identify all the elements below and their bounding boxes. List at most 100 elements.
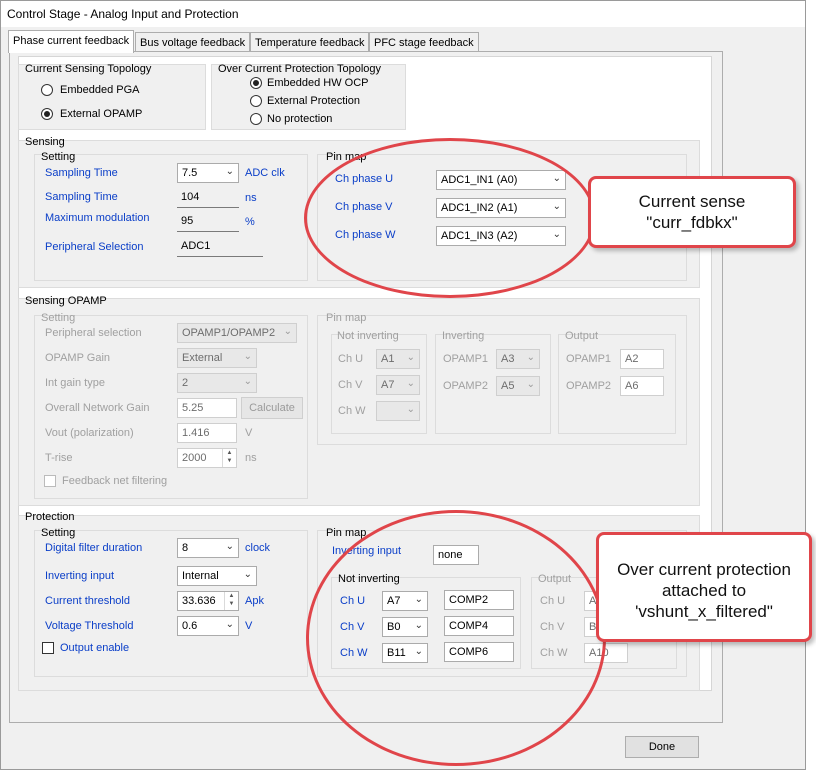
- ni-ch-v-select[interactable]: A7 ⌄: [376, 375, 420, 395]
- unit-label: Apk: [245, 595, 264, 607]
- opamp2-label: OPAMP2: [566, 380, 612, 392]
- annotation-oval-protection: [306, 510, 606, 766]
- group-title: Inverting: [442, 330, 485, 342]
- peripheral-selection-field: ADC1: [177, 237, 263, 257]
- int-gain-type-select[interactable]: 2 ⌄: [177, 373, 257, 393]
- window-title: Control Stage - Analog Input and Protect…: [7, 7, 239, 21]
- group-title: Pin map: [326, 527, 367, 539]
- chevron-down-icon: ⌄: [225, 541, 234, 552]
- group-title: Protection: [25, 511, 75, 523]
- digital-filter-label: Digital filter duration: [45, 542, 143, 554]
- tab-temperature-feedback[interactable]: Temperature feedback: [250, 32, 370, 53]
- unit-label: ns: [245, 452, 257, 464]
- sampling-time-select[interactable]: 7.5 ⌄: [177, 163, 239, 183]
- spin-arrows-icon[interactable]: ▲ ▼: [222, 449, 236, 467]
- group-title: Output: [565, 330, 599, 342]
- group-title: Setting: [41, 151, 76, 163]
- annotation-callout-current-sense: Current sense "curr_fdbkx": [588, 176, 796, 248]
- unit-label: V: [245, 427, 253, 439]
- group-title: Setting: [41, 312, 76, 324]
- sampling-time-ns-label: Sampling Time: [45, 191, 118, 203]
- annotation-callout-overcurrent: Over current protection attached to 'vsh…: [596, 532, 812, 642]
- peripheral-selection-label: Peripheral Selection: [45, 241, 144, 253]
- unit-label: %: [245, 216, 255, 228]
- chevron-down-icon: ⌄: [243, 569, 252, 580]
- output-enable-checkbox[interactable]: [42, 642, 54, 654]
- out-opamp2-field[interactable]: A6: [620, 376, 664, 396]
- max-modulation-label: Maximum modulation: [45, 212, 150, 224]
- voltage-threshold-label: Voltage Threshold: [45, 620, 134, 632]
- opamp1-label: OPAMP1: [566, 353, 612, 365]
- group-title: Sensing OPAMP: [25, 295, 107, 307]
- network-gain-field[interactable]: 5.25: [177, 398, 237, 418]
- network-gain-label: Overall Network Gain: [45, 402, 150, 414]
- radio-embedded-hw-ocp[interactable]: [250, 77, 262, 89]
- calculate-button[interactable]: Calculate: [241, 397, 303, 419]
- radio-external-protection[interactable]: [250, 95, 262, 107]
- radio-label: External OPAMP: [60, 108, 143, 120]
- callout-line: Over current protection: [617, 560, 791, 579]
- group-title: Current Sensing Topology: [25, 63, 152, 75]
- ni-ch-u-select[interactable]: A1 ⌄: [376, 349, 420, 369]
- feedback-filtering-checkbox[interactable]: [44, 475, 56, 487]
- title-bar: Control Stage - Analog Input and Protect…: [1, 1, 805, 27]
- max-modulation-field: 95: [177, 212, 239, 232]
- opamp-gain-select[interactable]: External ⌄: [177, 348, 257, 368]
- callout-line: attached to: [661, 581, 747, 600]
- chevron-down-icon: ⌄: [406, 378, 415, 389]
- current-threshold-label: Current threshold: [45, 595, 130, 607]
- chevron-down-icon: ⌄: [526, 379, 535, 390]
- current-sensing-topology-group: Current Sensing Topology Embedded PGA Ex…: [18, 63, 206, 130]
- opamp-peripheral-select[interactable]: OPAMP1/OPAMP2 ⌄: [177, 323, 297, 343]
- callout-line: "curr_fdbkx": [646, 213, 738, 232]
- unit-label: clock: [245, 542, 271, 554]
- tab-bus-voltage-feedback[interactable]: Bus voltage feedback: [135, 32, 251, 53]
- tab-phase-current-feedback[interactable]: Phase current feedback: [8, 30, 135, 53]
- ni-ch-w-select[interactable]: ⌄: [376, 401, 420, 421]
- unit-label: ns: [245, 192, 257, 204]
- out-opamp1-field[interactable]: A2: [620, 349, 664, 369]
- chevron-down-icon: ⌄: [526, 352, 535, 363]
- ch-v-label: Ch V: [338, 379, 363, 391]
- sensing-setting-group: Setting Sampling Time 7.5 ⌄ ADC clk Sampl…: [34, 151, 308, 281]
- ch-u-label: Ch U: [338, 353, 364, 365]
- opamp-output-group: Output OPAMP1 A2 OPAMP2 A6: [558, 330, 676, 434]
- inv-opamp1-select[interactable]: A3 ⌄: [496, 349, 540, 369]
- chevron-down-icon: ⌄: [243, 376, 252, 387]
- chevron-down-icon: ⌄: [225, 619, 234, 630]
- voltage-threshold-select[interactable]: 0.6 ⌄: [177, 616, 239, 636]
- opamp-setting-group: Setting Peripheral selection OPAMP1/OPAM…: [34, 312, 308, 499]
- vout-field[interactable]: 1.416: [177, 423, 237, 443]
- radio-external-opamp[interactable]: [41, 108, 53, 120]
- radio-embedded-pga[interactable]: [41, 84, 53, 96]
- inverting-input-select[interactable]: Internal ⌄: [177, 566, 257, 586]
- group-title: Setting: [41, 527, 76, 539]
- inverting-input-label: Inverting input: [45, 570, 115, 582]
- checkbox-label: Feedback net filtering: [62, 475, 168, 487]
- inv-opamp2-select[interactable]: A5 ⌄: [496, 376, 540, 396]
- radio-label: External Protection: [267, 95, 360, 107]
- vout-label: Vout (polarization): [45, 427, 134, 439]
- group-title: Sensing: [25, 136, 65, 148]
- trise-label: T-rise: [45, 452, 73, 464]
- opamp2-label: OPAMP2: [443, 380, 489, 392]
- digital-filter-select[interactable]: 8 ⌄: [177, 538, 239, 558]
- current-threshold-stepper[interactable]: 33.636 ▲ ▼: [177, 591, 239, 611]
- done-button[interactable]: Done: [625, 736, 699, 758]
- unit-label: ADC clk: [245, 167, 285, 179]
- trise-stepper[interactable]: 2000 ▲ ▼: [177, 448, 237, 468]
- chevron-down-icon: ⌄: [406, 352, 415, 363]
- chevron-down-icon: ⌄: [283, 326, 292, 337]
- tab-pfc-stage-feedback[interactable]: PFC stage feedback: [369, 32, 479, 53]
- group-title: Pin map: [326, 312, 367, 324]
- group-title: Not inverting: [337, 330, 399, 342]
- spin-arrows-icon[interactable]: ▲ ▼: [224, 592, 238, 610]
- checkbox-label: Output enable: [60, 642, 130, 654]
- radio-label: Embedded HW OCP: [267, 77, 369, 89]
- opamp1-label: OPAMP1: [443, 353, 489, 365]
- opamp-not-inverting-group: Not inverting Ch U A1 ⌄ Ch V A7 ⌄ Ch W ⌄: [331, 330, 427, 434]
- radio-no-protection[interactable]: [250, 113, 262, 125]
- callout-line: Current sense: [638, 192, 746, 211]
- opamp-inverting-group: Inverting OPAMP1 A3 ⌄ OPAMP2 A5 ⌄: [435, 330, 551, 434]
- protection-setting-group: Setting Digital filter duration 8 ⌄ clock…: [34, 527, 308, 677]
